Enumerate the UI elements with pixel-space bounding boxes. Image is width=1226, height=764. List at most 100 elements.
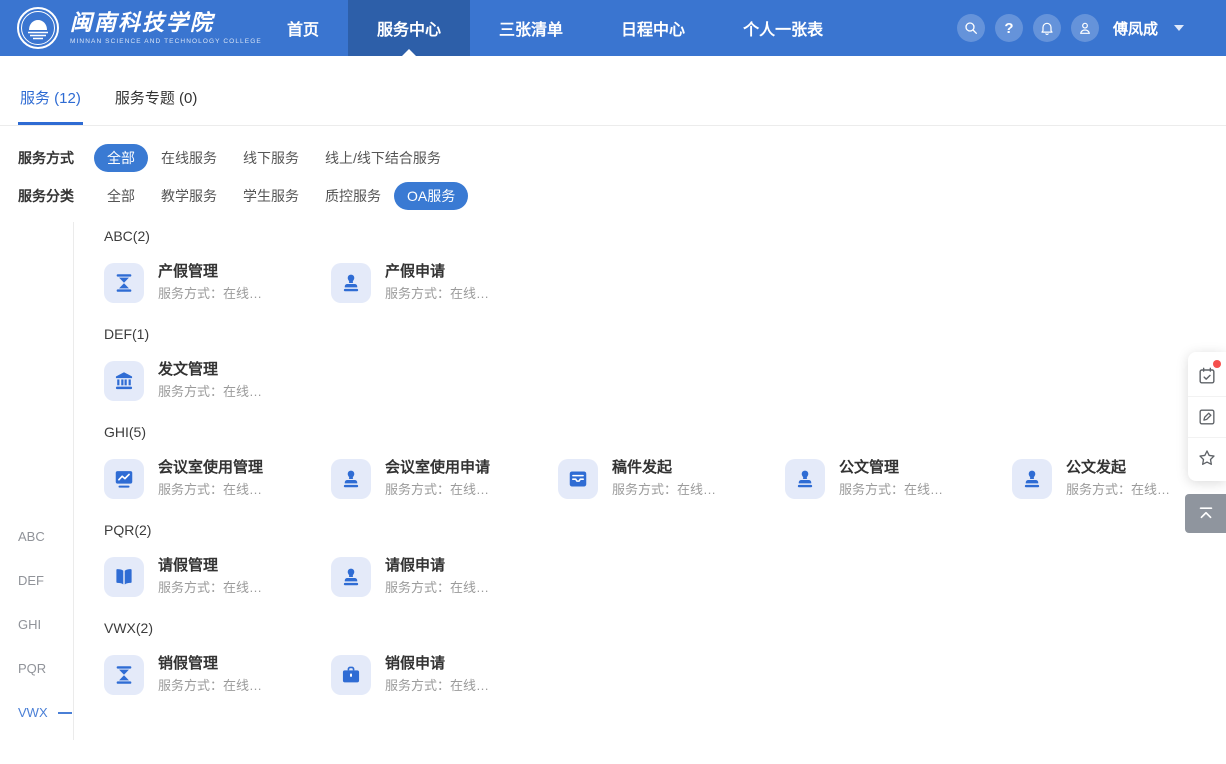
service-mode: 服务方式：在线… <box>839 481 943 498</box>
service-mode: 服务方式：在线… <box>158 677 262 694</box>
letter-index-item[interactable]: PQR <box>18 661 72 677</box>
service-title: 公文管理 <box>839 458 943 478</box>
chart-board-icon <box>104 459 144 499</box>
filter-option[interactable]: 质控服务 <box>312 182 394 210</box>
main-nav: 首页服务中心三张清单日程中心个人一张表 <box>258 0 852 56</box>
calendar-check-icon[interactable] <box>1188 355 1226 396</box>
service-card-text: 产假管理服务方式：在线… <box>158 261 262 305</box>
filter-label: 服务分类 <box>18 186 94 206</box>
group-label: GHI(5) <box>104 424 1226 440</box>
filter-option[interactable]: 全部 <box>94 144 148 172</box>
letter-index-item[interactable]: DEF <box>18 573 72 589</box>
edit-icon[interactable] <box>1188 396 1226 437</box>
stamp-icon <box>331 459 371 499</box>
nav-item[interactable]: 服务中心 <box>348 0 470 56</box>
service-card[interactable]: 请假管理服务方式：在线… <box>104 555 331 599</box>
service-card[interactable]: 销假申请服务方式：在线… <box>331 653 558 697</box>
letter-index-label: DEF <box>18 573 44 589</box>
briefcase-icon <box>331 655 371 695</box>
service-title: 稿件发起 <box>612 458 716 478</box>
letter-index-label: VWX <box>18 705 48 721</box>
stamp-icon <box>331 557 371 597</box>
nav-item[interactable]: 日程中心 <box>592 0 714 56</box>
letter-index-label: PQR <box>18 661 46 677</box>
stamp-icon <box>785 459 825 499</box>
back-to-top-button[interactable] <box>1185 494 1226 533</box>
filter-option[interactable]: OA服务 <box>394 182 468 210</box>
school-logo[interactable]: 闽南科技学院 MINNAN SCIENCE AND TECHNOLOGY COL… <box>16 6 262 50</box>
group-cards-row: 会议室使用管理服务方式：在线…会议室使用申请服务方式：在线…稿件发起服务方式：在… <box>104 457 1226 501</box>
service-card[interactable]: 会议室使用管理服务方式：在线… <box>104 457 331 501</box>
service-card[interactable]: 会议室使用申请服务方式：在线… <box>331 457 558 501</box>
bank-icon <box>104 361 144 401</box>
stamp-icon <box>331 263 371 303</box>
nav-item[interactable]: 首页 <box>258 0 348 56</box>
tab[interactable]: 服务专题 (0) <box>113 87 200 125</box>
service-title: 发文管理 <box>158 360 262 380</box>
letter-index-label: ABC <box>18 529 45 545</box>
star-icon[interactable] <box>1188 437 1226 478</box>
tab[interactable]: 服务 (12) <box>18 87 83 125</box>
letter-index-label: GHI <box>18 617 41 633</box>
nav-item[interactable]: 个人一张表 <box>714 0 852 56</box>
hourglass-icon <box>104 655 144 695</box>
service-card-text: 销假管理服务方式：在线… <box>158 653 262 697</box>
user-name[interactable]: 傅凤成 <box>1113 18 1158 39</box>
chevron-down-icon[interactable] <box>1174 25 1184 31</box>
service-mode: 服务方式：在线… <box>158 383 262 400</box>
service-card[interactable]: 产假申请服务方式：在线… <box>331 261 558 305</box>
service-card-text: 销假申请服务方式：在线… <box>385 653 489 697</box>
service-mode: 服务方式：在线… <box>158 481 263 498</box>
service-mode: 服务方式：在线… <box>1066 481 1170 498</box>
service-card-text: 产假申请服务方式：在线… <box>385 261 489 305</box>
letter-index: ABC DEF GHI PQR VWX <box>18 529 72 749</box>
filter-option[interactable]: 在线服务 <box>148 144 230 172</box>
service-mode: 服务方式：在线… <box>385 579 489 596</box>
letter-index-item[interactable]: VWX <box>18 705 72 721</box>
service-card[interactable]: 销假管理服务方式：在线… <box>104 653 331 697</box>
filter-option[interactable]: 线下服务 <box>230 144 312 172</box>
service-title: 会议室使用管理 <box>158 458 263 478</box>
service-mode: 服务方式：在线… <box>158 285 262 302</box>
service-card-text: 请假申请服务方式：在线… <box>385 555 489 599</box>
filter-row: 服务分类全部教学服务学生服务质控服务OA服务 <box>18 182 1226 210</box>
group-cards-row: 销假管理服务方式：在线… 销假申请服务方式：在线… <box>104 653 1226 697</box>
search-icon[interactable] <box>957 14 985 42</box>
letter-index-item[interactable]: GHI <box>18 617 72 633</box>
letter-index-item[interactable]: ABC <box>18 529 72 545</box>
service-card[interactable]: 请假申请服务方式：在线… <box>331 555 558 599</box>
active-letter-dash <box>58 712 72 714</box>
service-card[interactable]: 公文管理服务方式：在线… <box>785 457 1012 501</box>
school-emblem-icon <box>16 6 60 50</box>
service-mode: 服务方式：在线… <box>385 677 489 694</box>
nav-item[interactable]: 三张清单 <box>470 0 592 56</box>
filter-option[interactable]: 线上/线下结合服务 <box>312 144 454 172</box>
stamp-icon <box>1012 459 1052 499</box>
service-card[interactable]: 发文管理服务方式：在线… <box>104 359 331 403</box>
filter-label: 服务方式 <box>18 148 94 168</box>
service-card[interactable]: 稿件发起服务方式：在线… <box>558 457 785 501</box>
service-mode: 服务方式：在线… <box>612 481 716 498</box>
filter-option[interactable]: 教学服务 <box>148 182 230 210</box>
service-mode: 服务方式：在线… <box>385 285 489 302</box>
user-icon[interactable] <box>1071 14 1099 42</box>
service-title: 销假申请 <box>385 654 489 674</box>
filter-options: 全部教学服务学生服务质控服务OA服务 <box>94 182 468 210</box>
service-card-text: 公文管理服务方式：在线… <box>839 457 943 501</box>
school-name-en: MINNAN SCIENCE AND TECHNOLOGY COLLEGE <box>70 38 262 45</box>
filter-option[interactable]: 学生服务 <box>230 182 312 210</box>
school-name: 闽南科技学院 MINNAN SCIENCE AND TECHNOLOGY COL… <box>70 11 262 45</box>
book-icon <box>104 557 144 597</box>
service-card-text: 发文管理服务方式：在线… <box>158 359 262 403</box>
service-title: 请假申请 <box>385 556 489 576</box>
help-icon[interactable]: ? <box>995 14 1023 42</box>
notification-badge <box>1213 360 1221 368</box>
bell-icon[interactable] <box>1033 14 1061 42</box>
filter-row: 服务方式全部在线服务线下服务线上/线下结合服务 <box>18 144 1226 172</box>
service-card[interactable]: 产假管理服务方式：在线… <box>104 261 331 305</box>
service-card-text: 稿件发起服务方式：在线… <box>612 457 716 501</box>
inbox-icon <box>558 459 598 499</box>
service-card-text: 会议室使用管理服务方式：在线… <box>158 457 263 501</box>
hourglass-icon <box>104 263 144 303</box>
filter-option[interactable]: 全部 <box>94 182 148 210</box>
